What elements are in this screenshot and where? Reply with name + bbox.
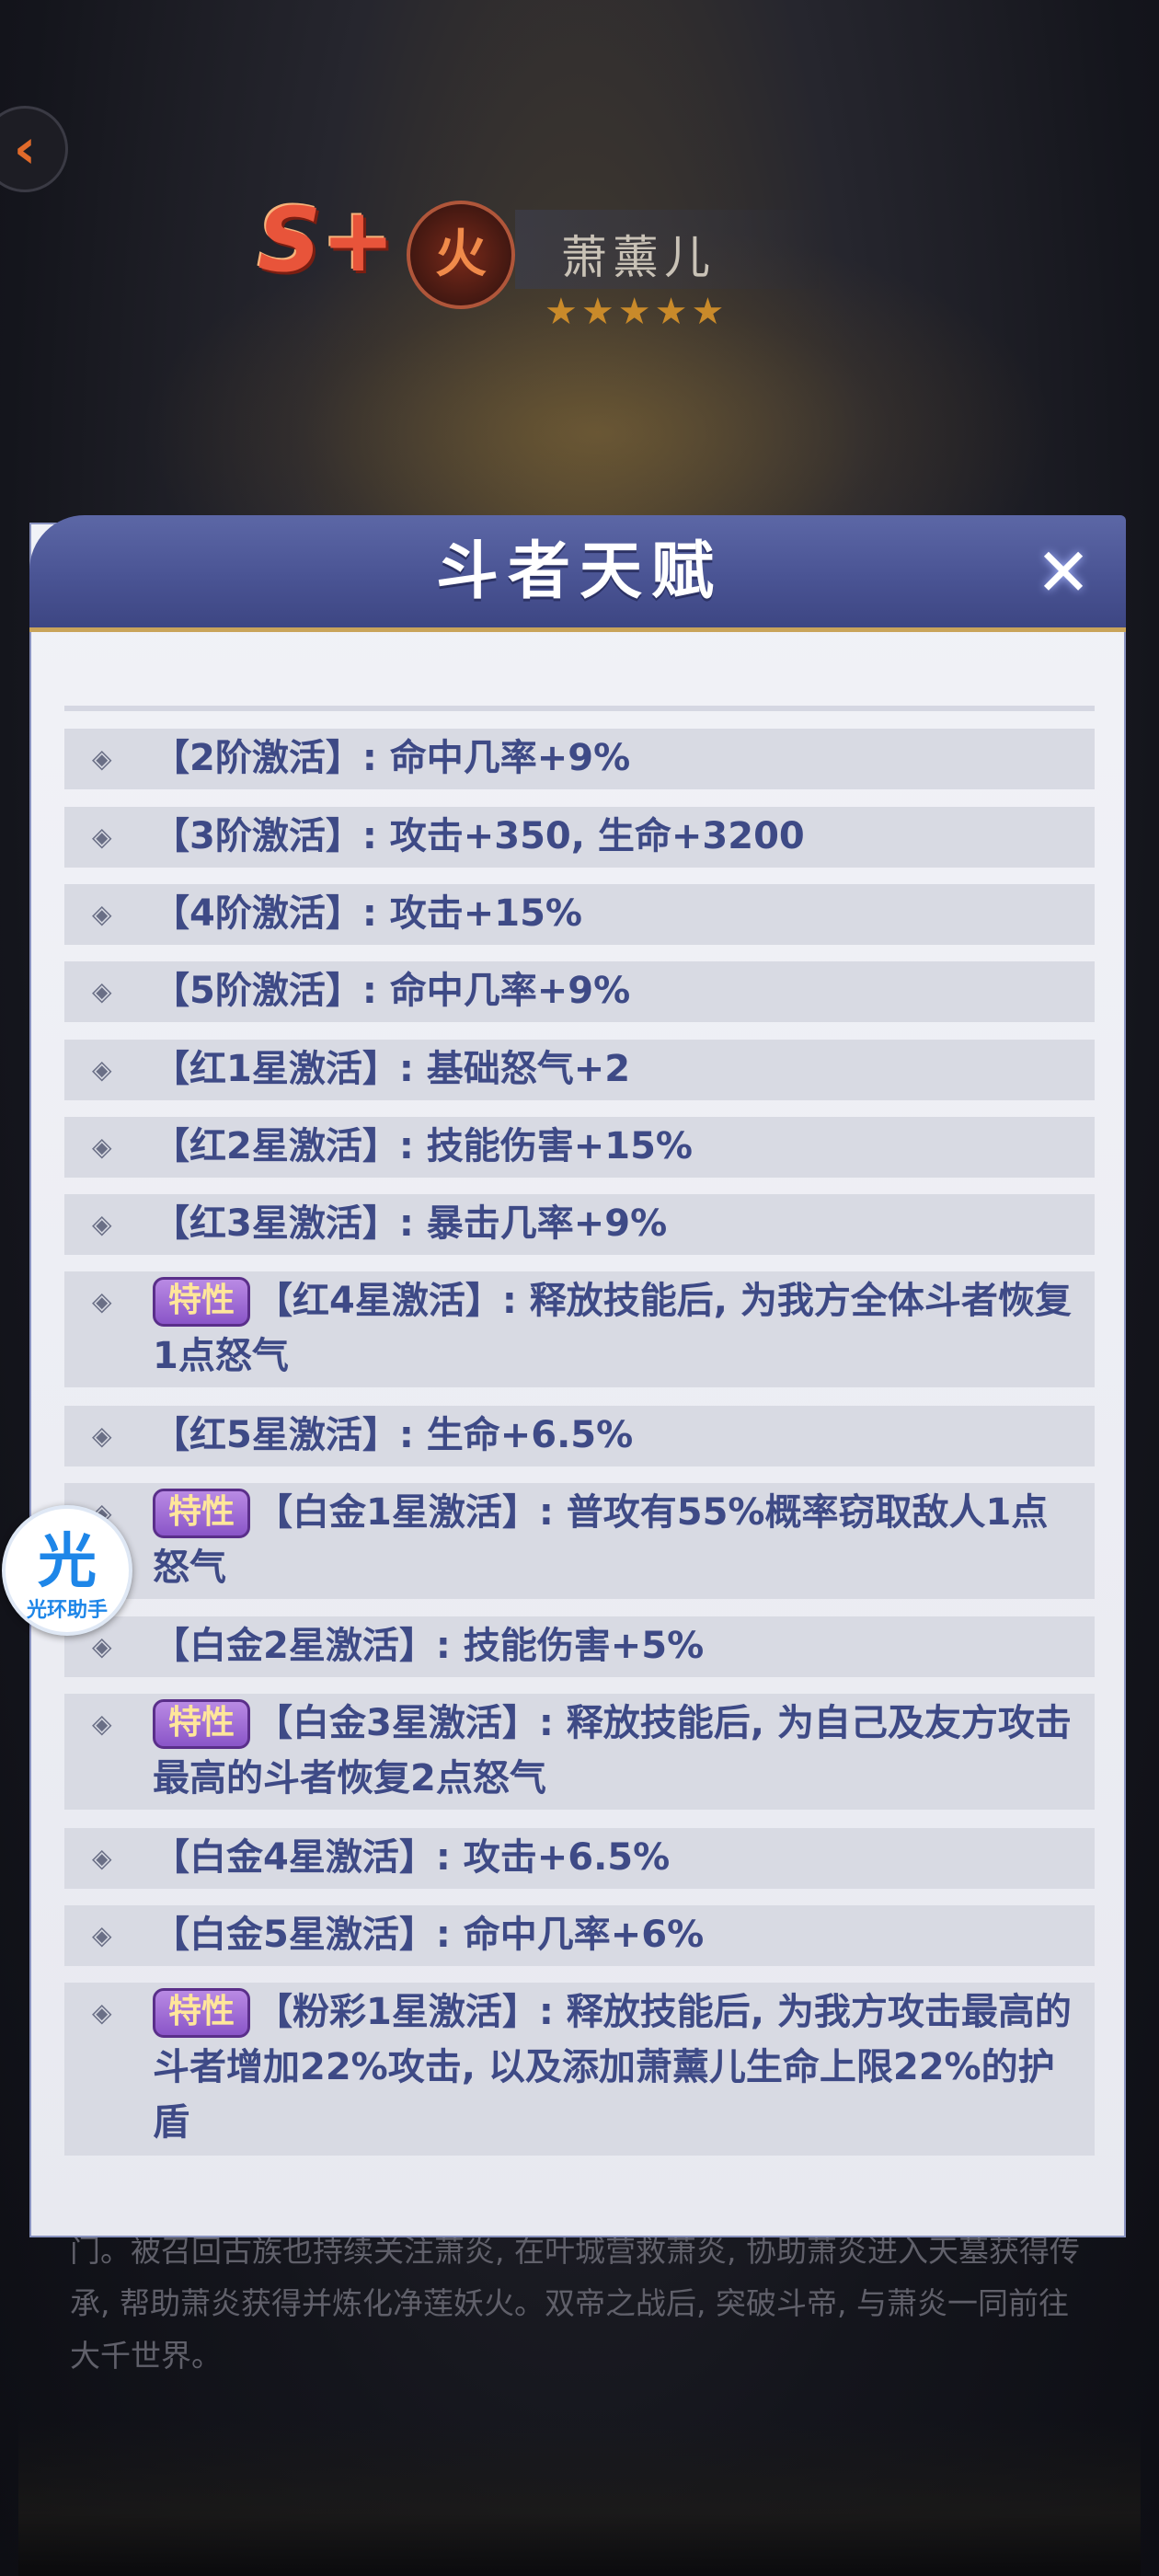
talent-row: ◈ 【白金2星激活】: 技能伤害+5% xyxy=(64,1616,1095,1677)
talent-description: 【白金1星激活】: 普攻有55%概率窃取敌人1点怒气 xyxy=(153,1491,1049,1589)
talent-row-text: 【红3星激活】: 暴击几率+9% xyxy=(153,1196,1076,1251)
talent-description: 【红2星激活】: 技能伤害+15% xyxy=(153,1125,694,1167)
diamond-bullet-icon: ◈ xyxy=(92,1054,112,1085)
diamond-bullet-icon: ◈ xyxy=(92,1420,112,1451)
hero-name: 萧薰儿 xyxy=(561,231,716,284)
talent-row-text: 【2阶激活】: 命中几率+9% xyxy=(153,730,1076,786)
helper-badge[interactable]: 光 光环助手 xyxy=(2,1505,132,1636)
talent-row: ◈ 【红1星激活】: 基础怒气+2 xyxy=(64,1040,1095,1100)
diamond-bullet-icon: ◈ xyxy=(92,1286,112,1317)
talent-description: 【红1星激活】: 基础怒气+2 xyxy=(153,1048,631,1090)
talent-description: 【3阶激活】: 攻击+350, 生命+3200 xyxy=(153,815,805,857)
talent-row: ◈ 【白金4星激活】: 攻击+6.5% xyxy=(64,1828,1095,1889)
trait-badge: 特性 xyxy=(153,1988,251,2038)
diamond-bullet-icon: ◈ xyxy=(92,1132,112,1162)
trait-badge: 特性 xyxy=(153,1277,251,1327)
talent-row-text: 特性 【白金3星激活】: 释放技能后, 为自己及友方攻击最高的斗者恢复2点怒气 xyxy=(153,1696,1076,1806)
talent-row-text: 【白金4星激活】: 攻击+6.5% xyxy=(153,1830,1076,1885)
talent-description: 【红5星激活】: 生命+6.5% xyxy=(153,1414,634,1456)
hero-lore-text: 门。被召回古族也持续关注萧炎, 在叶城营救萧炎, 协助萧炎进入天墓获得传承, 帮… xyxy=(70,2233,1080,2374)
talent-row-text: 【5阶激活】: 命中几率+9% xyxy=(153,963,1076,1018)
talent-row-text: 【红5星激活】: 生命+6.5% xyxy=(153,1408,1076,1463)
diamond-bullet-icon: ◈ xyxy=(92,1920,112,1950)
trait-badge: 特性 xyxy=(153,1489,251,1538)
hero-stars: ★★★★★ xyxy=(545,291,729,333)
talent-description: 【4阶激活】: 攻击+15% xyxy=(153,892,583,935)
talent-description: 【红3星激活】: 暴击几率+9% xyxy=(153,1202,668,1245)
diamond-bullet-icon: ◈ xyxy=(92,1631,112,1662)
hero-grade: S+ xyxy=(258,189,396,292)
talent-row: ◈ 【4阶激活】: 攻击+15% xyxy=(64,884,1095,945)
talent-description: 【白金2星激活】: 技能伤害+5% xyxy=(153,1625,705,1667)
talent-description: 【白金3星激活】: 释放技能后, 为自己及友方攻击最高的斗者恢复2点怒气 xyxy=(153,1702,1072,1800)
diamond-bullet-icon: ◈ xyxy=(92,1209,112,1239)
talent-row: ◈ 特性 【红4星激活】: 释放技能后, 为我方全体斗者恢复1点怒气 xyxy=(64,1271,1095,1387)
talent-row: ◈ 特性 【粉彩1星激活】: 释放技能后, 为我方攻击最高的斗者增加22%攻击, 以… xyxy=(64,1983,1095,2156)
diamond-bullet-icon: ◈ xyxy=(92,1708,112,1739)
talent-row-text: 【红2星激活】: 技能伤害+15% xyxy=(153,1119,1076,1174)
talent-row: ◈ 【3阶激活】: 攻击+350, 生命+3200 xyxy=(64,807,1095,868)
talent-row: ◈ 【红5星激活】: 生命+6.5% xyxy=(64,1406,1095,1466)
diamond-bullet-icon: ◈ xyxy=(92,1843,112,1873)
talent-row-text: 【白金5星激活】: 命中几率+6% xyxy=(153,1907,1076,1962)
close-icon[interactable]: ✕ xyxy=(1032,539,1095,605)
talent-description: 【白金4星激活】: 攻击+6.5% xyxy=(153,1836,671,1879)
bottom-ornament xyxy=(18,2420,1141,2576)
talent-description: 【粉彩1星激活】: 释放技能后, 为我方攻击最高的斗者增加22%攻击, 以及添加… xyxy=(153,1991,1072,2144)
talent-description: 【白金5星激活】: 命中几率+6% xyxy=(153,1914,705,1956)
talent-row-text: 【4阶激活】: 攻击+15% xyxy=(153,886,1076,941)
fire-element-icon: 火 xyxy=(407,201,515,309)
talent-description: 【红4星激活】: 释放技能后, 为我方全体斗者恢复1点怒气 xyxy=(153,1280,1072,1377)
back-button[interactable]: ‹ xyxy=(0,106,68,192)
talent-row-text: 【红1星激活】: 基础怒气+2 xyxy=(153,1041,1076,1097)
talent-row: ◈ 特性 【白金1星激活】: 普攻有55%概率窃取敌人1点怒气 xyxy=(64,1483,1095,1599)
divider xyxy=(64,706,1095,711)
talent-row-text: 【白金2星激活】: 技能伤害+5% xyxy=(153,1618,1076,1673)
diamond-bullet-icon: ◈ xyxy=(92,899,112,929)
talent-panel-title: 斗者天赋 xyxy=(435,535,723,608)
talent-row: ◈ 【白金5星激活】: 命中几率+6% xyxy=(64,1905,1095,1966)
talent-row: ◈ 特性 【白金3星激活】: 释放技能后, 为自己及友方攻击最高的斗者恢复2点怒气 xyxy=(64,1694,1095,1810)
diamond-bullet-icon: ◈ xyxy=(92,976,112,1006)
talent-row: ◈ 【红2星激活】: 技能伤害+15% xyxy=(64,1117,1095,1178)
talent-description: 【2阶激活】: 命中几率+9% xyxy=(153,737,631,779)
talent-row-text: 特性 【红4星激活】: 释放技能后, 为我方全体斗者恢复1点怒气 xyxy=(153,1273,1076,1384)
talent-row: ◈ 【红3星激活】: 暴击几率+9% xyxy=(64,1194,1095,1255)
helper-badge-label: 光环助手 xyxy=(26,1599,108,1622)
talent-row-text: 【3阶激活】: 攻击+350, 生命+3200 xyxy=(153,809,1076,864)
talent-description: 【5阶激活】: 命中几率+9% xyxy=(153,970,631,1012)
diamond-bullet-icon: ◈ xyxy=(92,1997,112,2028)
helper-badge-icon: 光 xyxy=(38,1528,97,1596)
talent-row-text: 特性 【白金1星激活】: 普攻有55%概率窃取敌人1点怒气 xyxy=(153,1485,1076,1595)
diamond-bullet-icon: ◈ xyxy=(92,822,112,852)
talent-row: ◈ 【5阶激活】: 命中几率+9% xyxy=(64,961,1095,1022)
trait-badge: 特性 xyxy=(153,1699,251,1749)
diamond-bullet-icon: ◈ xyxy=(92,743,112,774)
talent-row: ◈ 【2阶激活】: 命中几率+9% xyxy=(64,729,1095,789)
talent-row-text: 特性 【粉彩1星激活】: 释放技能后, 为我方攻击最高的斗者增加22%攻击, 以及… xyxy=(153,1984,1076,2150)
